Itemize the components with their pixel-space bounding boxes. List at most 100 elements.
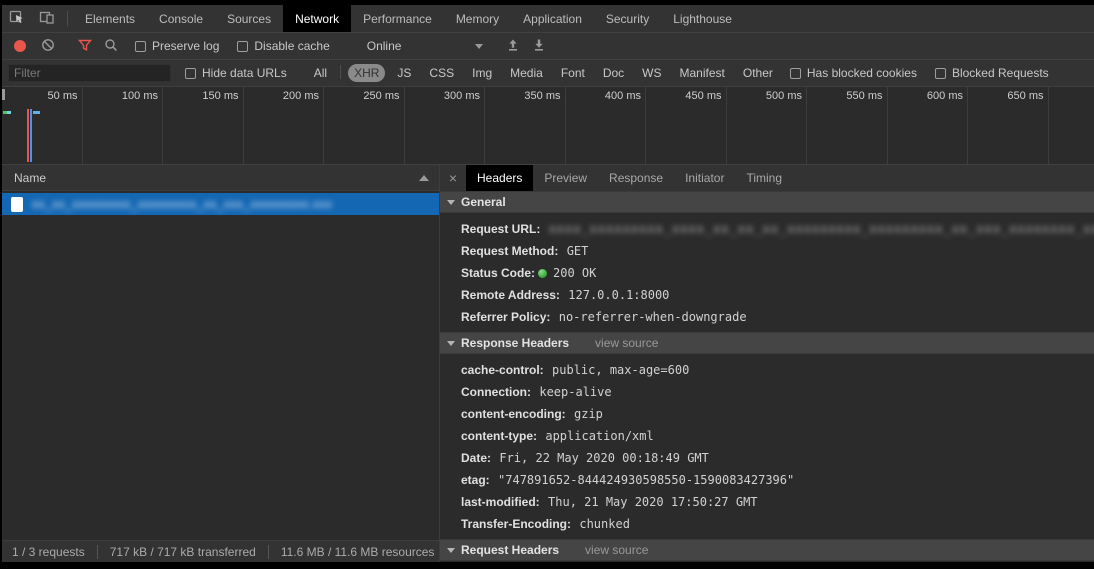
network-main-area: Name xx_xx_xxxxxxxxx_xxxxxxxxx_xx_xxx_xx… — [2, 165, 1094, 562]
request-headers-title: Request Headers — [461, 543, 559, 557]
inspect-cursor-icon — [9, 9, 25, 28]
details-tab-label: Preview — [544, 171, 587, 185]
view-source-link[interactable]: view source — [595, 336, 658, 350]
header-value: Thu, 21 May 2020 17:50:27 GMT — [548, 495, 758, 509]
upload-icon — [506, 38, 520, 55]
main-tab-label: Network — [295, 12, 339, 26]
main-tab[interactable]: Console — [147, 5, 215, 32]
download-icon — [532, 38, 546, 55]
timeline-tick-label: 450 ms — [685, 90, 721, 102]
headers-sections: General Request URL: xxxx_xxxxxxxxx_xxxx… — [440, 191, 1094, 562]
details-tab[interactable]: Timing — [735, 165, 793, 191]
main-tab[interactable]: Security — [594, 5, 661, 32]
main-tab-label: Elements — [85, 12, 135, 26]
main-tab[interactable]: Sources — [215, 5, 283, 32]
resource-type-label: All — [314, 66, 327, 80]
timeline-tick: 150 ms — [163, 87, 244, 164]
request-bar-segment — [33, 111, 40, 114]
export-har-button[interactable] — [526, 38, 552, 55]
main-tab[interactable]: Memory — [444, 5, 511, 32]
resource-type-filter[interactable]: WS — [636, 64, 667, 82]
resource-type-filter[interactable]: All — [308, 64, 333, 82]
left-black-strip — [0, 0, 2, 569]
main-tab[interactable]: Network — [283, 5, 351, 32]
file-icon — [11, 197, 23, 212]
details-tab[interactable]: Preview — [533, 165, 598, 191]
device-toolbar-button[interactable] — [32, 5, 62, 32]
resource-type-filter[interactable]: JS — [391, 64, 417, 82]
throttling-dropdown[interactable]: Online — [367, 39, 483, 53]
timeline-tick: 300 ms — [405, 87, 486, 164]
timeline-tick-label: 350 ms — [524, 90, 560, 102]
timeline-tick: 500 ms — [727, 87, 808, 164]
disable-cache-checkbox[interactable]: Disable cache — [237, 39, 329, 53]
main-tab[interactable]: Performance — [351, 5, 444, 32]
resource-type-label: CSS — [429, 66, 454, 80]
resource-type-label: Other — [743, 66, 773, 80]
main-tab-label: Performance — [363, 12, 432, 26]
funnel-icon — [78, 38, 92, 55]
main-tab[interactable]: Application — [511, 5, 594, 32]
request-row-selected[interactable]: xx_xx_xxxxxxxxx_xxxxxxxxx_xx_xxx_xxxxxxx… — [2, 193, 439, 215]
hide-data-urls-checkbox[interactable]: Hide data URLs — [185, 66, 287, 80]
request-headers-section-header[interactable]: Request Headers view source — [440, 539, 1094, 561]
header-value: keep-alive — [539, 385, 611, 399]
main-tabs: Elements Console Sources Network Perform… — [73, 5, 744, 32]
main-tab-label: Console — [159, 12, 203, 26]
record-button[interactable] — [14, 40, 26, 52]
response-headers-section-header[interactable]: Response Headers view source — [440, 332, 1094, 354]
name-column-header[interactable]: Name — [2, 165, 439, 191]
main-tab[interactable]: Lighthouse — [661, 5, 744, 32]
header-value: public, max-age=600 — [552, 363, 689, 377]
has-blocked-cookies-checkbox[interactable]: Has blocked cookies — [790, 66, 917, 80]
header-value: Fri, 22 May 2020 00:18:49 GMT — [499, 451, 709, 465]
import-har-button[interactable] — [500, 38, 526, 55]
response-headers-body: cache-control: public, max-age=600 Conne… — [440, 354, 1094, 539]
resource-type-filter[interactable]: Manifest — [674, 64, 731, 82]
network-toolbar: Preserve log Disable cache Online — [2, 32, 1094, 59]
triangle-down-icon — [447, 200, 455, 205]
header-value: application/xml — [545, 429, 653, 443]
main-tab-label: Memory — [456, 12, 499, 26]
general-section-header[interactable]: General — [440, 191, 1094, 213]
network-overview-timeline[interactable]: 50 ms 100 ms 150 ms 200 ms 250 ms 300 ms… — [2, 86, 1094, 165]
resource-type-filter[interactable]: Other — [737, 64, 779, 82]
filter-input[interactable] — [8, 64, 171, 82]
hide-data-urls-label: Hide data URLs — [202, 66, 287, 80]
clear-button[interactable] — [35, 38, 61, 55]
close-details-button[interactable]: × — [440, 165, 466, 191]
response-header-row: Transfer-Encoding: chunked — [440, 513, 1094, 535]
timeline-tick-label: 400 ms — [605, 90, 641, 102]
blocked-requests-label: Blocked Requests — [952, 66, 1049, 80]
main-tab-label: Sources — [227, 12, 271, 26]
general-section-title: General — [461, 195, 506, 209]
referrer-policy-row: Referrer Policy: no-referrer-when-downgr… — [440, 306, 1094, 328]
resource-type-filter[interactable]: Font — [555, 64, 591, 82]
header-name: cache-control: — [461, 363, 544, 377]
filter-toggle-button[interactable] — [72, 38, 98, 55]
preserve-log-checkbox[interactable]: Preserve log — [135, 39, 219, 53]
checkbox-icon — [935, 68, 946, 79]
overview-left-handle[interactable] — [2, 89, 5, 100]
resource-type-filter[interactable]: Doc — [597, 64, 630, 82]
details-tab[interactable]: Response — [598, 165, 674, 191]
inspect-element-button[interactable] — [2, 5, 32, 32]
view-source-link[interactable]: view source — [585, 543, 648, 557]
response-header-row: Connection: keep-alive — [440, 381, 1094, 403]
throttling-value: Online — [367, 39, 402, 53]
header-name: Date: — [461, 451, 491, 465]
resource-type-filter[interactable]: Media — [504, 64, 549, 82]
resource-type-filter[interactable]: Img — [466, 64, 498, 82]
details-tab[interactable]: Headers — [466, 165, 533, 191]
details-tab[interactable]: Initiator — [674, 165, 735, 191]
main-tab[interactable]: Elements — [73, 5, 147, 32]
search-button[interactable] — [98, 38, 124, 55]
blocked-requests-checkbox[interactable]: Blocked Requests — [935, 66, 1049, 80]
request-url-row: Request URL: xxxx_xxxxxxxxx_xxxx_xx_xx_x… — [440, 218, 1094, 240]
resource-type-filter[interactable]: XHR — [348, 64, 385, 82]
resource-type-label: Img — [472, 66, 492, 80]
details-tab-label: Timing — [746, 171, 782, 185]
timeline-tick-label: 150 ms — [202, 90, 238, 102]
resource-type-filter[interactable]: CSS — [423, 64, 460, 82]
close-icon: × — [449, 170, 457, 186]
